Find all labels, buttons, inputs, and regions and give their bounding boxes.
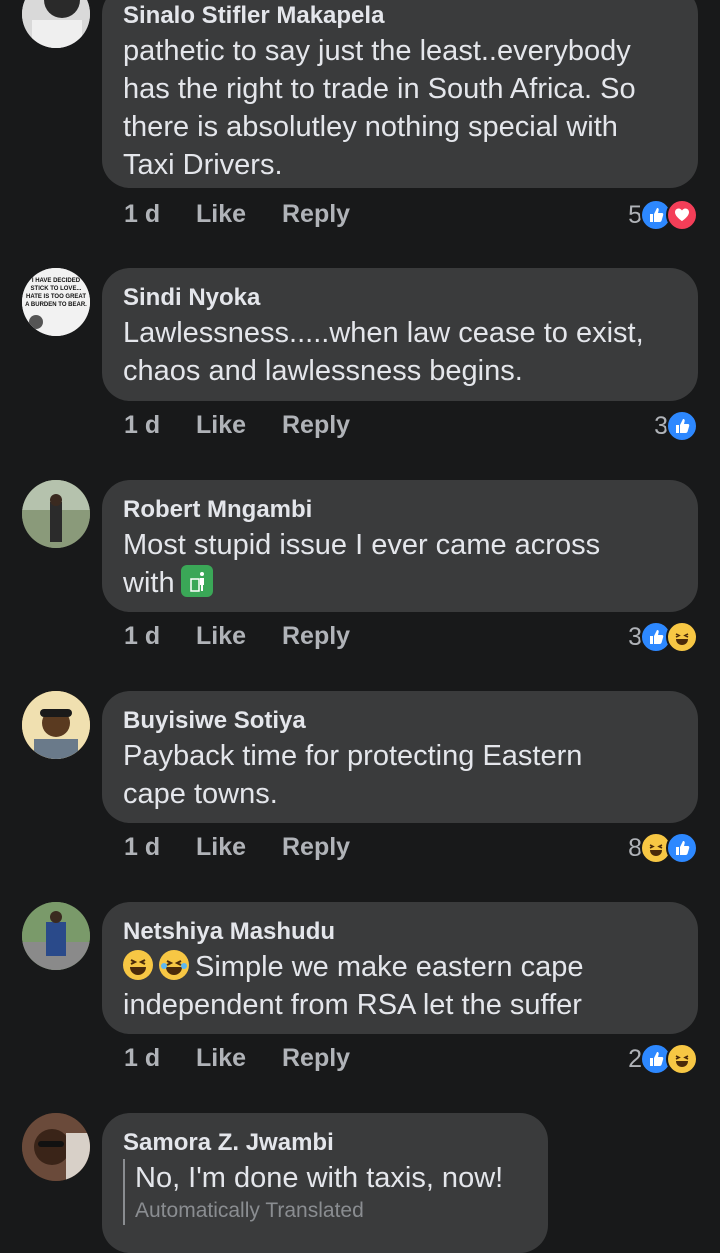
- reaction-summary[interactable]: 3: [628, 621, 698, 653]
- comment-bubble: Sinalo Stifler Makapela pathetic to say …: [102, 0, 698, 188]
- tears-of-joy-emoji-icon: [159, 950, 189, 980]
- comment-text: Payback time for protecting Eastern cape…: [123, 740, 583, 810]
- love-icon: [666, 199, 698, 231]
- reaction-summary[interactable]: 8: [628, 832, 698, 864]
- reply-button[interactable]: Reply: [282, 622, 350, 651]
- rolling-laughing-emoji-icon: [123, 950, 153, 980]
- like-button[interactable]: Like: [196, 411, 282, 440]
- reaction-summary[interactable]: 2: [628, 1043, 698, 1075]
- reaction-summary[interactable]: 5: [628, 199, 698, 231]
- avatar-quote-line: A BURDEN TO BEAR.: [25, 302, 87, 308]
- comment-text: Lawlessness.....when law cease to exist,…: [123, 317, 644, 387]
- commenter-name[interactable]: Sindi Nyoka: [123, 282, 676, 314]
- auto-translated-label[interactable]: Automatically Translated: [135, 1197, 526, 1225]
- litter-bin-emoji-icon: [180, 565, 213, 597]
- avatar-quote-line: STICK TO LOVE...: [31, 286, 82, 292]
- like-button[interactable]: Like: [196, 200, 282, 229]
- timestamp[interactable]: 1 d: [124, 622, 196, 651]
- avatar[interactable]: I HAVE DECIDED STICK TO LOVE... HATE IS …: [22, 268, 90, 336]
- comment-bubble: Netshiya Mashudu Simple we make eastern …: [102, 902, 698, 1034]
- like-icon: [666, 832, 698, 864]
- commenter-name[interactable]: Buyisiwe Sotiya: [123, 705, 676, 737]
- translated-quote: No, I'm done with taxis, now! Automatica…: [123, 1159, 526, 1225]
- haha-icon: [666, 1043, 698, 1075]
- comment-actions: 1 d Like Reply: [124, 622, 350, 651]
- comment-actions: 1 d Like Reply: [124, 200, 350, 229]
- reply-button[interactable]: Reply: [282, 411, 350, 440]
- comment-text: Most stupid issue I ever came across wit…: [123, 529, 601, 599]
- reply-button[interactable]: Reply: [282, 200, 350, 229]
- commenter-name[interactable]: Samora Z. Jwambi: [123, 1127, 526, 1159]
- reaction-summary[interactable]: 3: [654, 410, 698, 442]
- like-button[interactable]: Like: [196, 622, 282, 651]
- commenter-name[interactable]: Sinalo Stifler Makapela: [123, 0, 676, 32]
- comment-actions: 1 d Like Reply: [124, 411, 350, 440]
- timestamp[interactable]: 1 d: [124, 1044, 196, 1073]
- avatar[interactable]: [22, 691, 90, 759]
- comment-bubble: Sindi Nyoka Lawlessness.....when law cea…: [102, 268, 698, 401]
- reply-button[interactable]: Reply: [282, 833, 350, 862]
- comment-bubble: Robert Mngambi Most stupid issue I ever …: [102, 480, 698, 612]
- reply-button[interactable]: Reply: [282, 1044, 350, 1073]
- comment-text: pathetic to say just the least..everybod…: [123, 35, 636, 181]
- comment-text: No, I'm done with taxis, now!: [135, 1162, 504, 1194]
- timestamp[interactable]: 1 d: [124, 200, 196, 229]
- avatar-quote-line: HATE IS TOO GREAT: [26, 294, 86, 300]
- comment-bubble: Buyisiwe Sotiya Payback time for protect…: [102, 691, 698, 823]
- timestamp[interactable]: 1 d: [124, 411, 196, 440]
- commenter-name[interactable]: Robert Mngambi: [123, 494, 676, 526]
- avatar[interactable]: [22, 0, 90, 48]
- comment-bubble: Samora Z. Jwambi No, I'm done with taxis…: [102, 1113, 548, 1253]
- comment-actions: 1 d Like Reply: [124, 1044, 350, 1073]
- like-button[interactable]: Like: [196, 833, 282, 862]
- avatar[interactable]: [22, 480, 90, 548]
- avatar[interactable]: [22, 902, 90, 970]
- comment-actions: 1 d Like Reply: [124, 833, 350, 862]
- comment-text: Simple we make eastern cape independent …: [123, 950, 584, 1021]
- haha-icon: [666, 621, 698, 653]
- like-icon: [666, 410, 698, 442]
- timestamp[interactable]: 1 d: [124, 833, 196, 862]
- commenter-name[interactable]: Netshiya Mashudu: [123, 916, 676, 948]
- avatar-quote-line: I HAVE DECIDED: [32, 278, 81, 284]
- like-button[interactable]: Like: [196, 1044, 282, 1073]
- avatar[interactable]: [22, 1113, 90, 1181]
